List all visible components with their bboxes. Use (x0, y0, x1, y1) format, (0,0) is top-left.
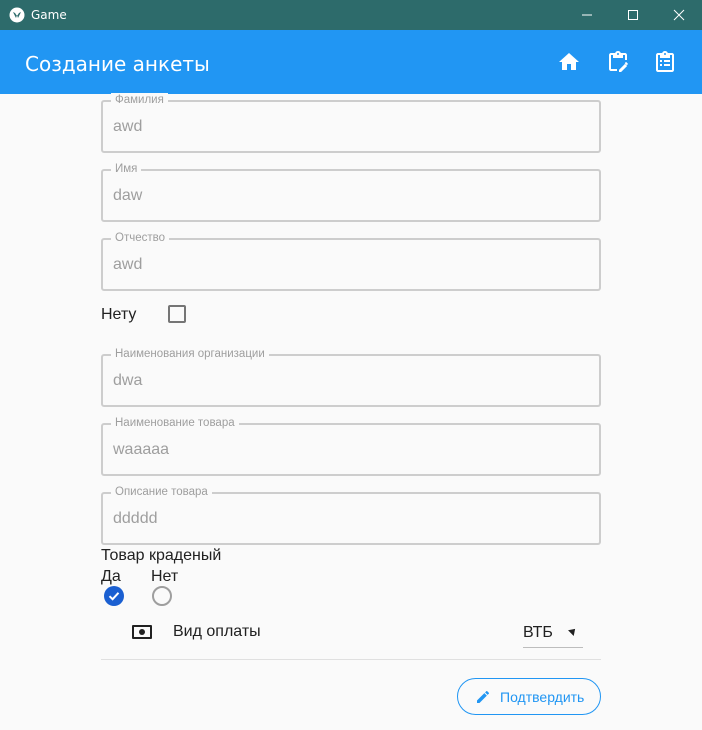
name-input[interactable] (113, 185, 583, 207)
close-button[interactable] (656, 0, 702, 30)
product-name-label: Наименование товара (111, 416, 239, 430)
stolen-yes-label: Да (101, 568, 121, 585)
app-icon (9, 7, 25, 23)
organization-input[interactable] (113, 370, 583, 392)
name-field[interactable]: Имя (101, 162, 601, 222)
product-description-input[interactable] (113, 508, 583, 530)
stolen-heading: Товар краденый (101, 547, 222, 564)
submit-button[interactable]: Подтвердить (457, 678, 601, 715)
surname-label: Фамилия (111, 93, 168, 107)
payment-row: Вид оплаты ВТБ (101, 612, 601, 660)
home-icon[interactable] (557, 50, 581, 74)
organization-field[interactable]: Наименования организации (101, 347, 601, 407)
payment-dropdown[interactable]: ВТБ (523, 618, 583, 648)
product-name-input[interactable] (113, 439, 583, 461)
window-title: Game (31, 8, 67, 22)
product-description-label: Описание товара (111, 485, 212, 499)
check-icon (108, 592, 120, 601)
stolen-no-radio[interactable] (152, 586, 172, 606)
surname-input[interactable] (113, 116, 583, 138)
clipboard-list-icon[interactable] (653, 50, 677, 74)
no-patronymic-checkbox[interactable] (168, 305, 186, 323)
maximize-icon (628, 10, 638, 20)
minimize-icon (582, 14, 592, 16)
patronymic-input[interactable] (113, 254, 583, 276)
no-patronymic-label: Нету (101, 306, 137, 323)
pencil-icon (477, 690, 490, 703)
cash-icon (132, 625, 152, 639)
patronymic-field[interactable]: Отчество (101, 231, 601, 291)
product-name-field[interactable]: Наименование товара (101, 416, 601, 476)
payment-label: Вид оплаты (173, 623, 261, 640)
minimize-button[interactable] (564, 0, 610, 30)
window-titlebar: Game (0, 0, 702, 30)
patronymic-label: Отчество (111, 231, 169, 245)
submit-label: Подтвердить (500, 689, 585, 705)
payment-value: ВТБ (523, 624, 553, 641)
organization-label: Наименования организации (111, 347, 269, 361)
clipboard-edit-icon[interactable] (606, 50, 630, 74)
page-title: Создание анкеты (25, 52, 210, 76)
dropdown-caret-icon (568, 626, 578, 636)
name-label: Имя (111, 162, 142, 176)
stolen-no-label: Нет (151, 568, 179, 585)
surname-field[interactable]: Фамилия (101, 93, 601, 153)
maximize-button[interactable] (610, 0, 656, 30)
app-bar: Создание анкеты (0, 30, 702, 94)
product-description-field[interactable]: Описание товара (101, 485, 601, 545)
stolen-yes-radio[interactable] (104, 586, 124, 606)
close-icon (673, 9, 685, 21)
